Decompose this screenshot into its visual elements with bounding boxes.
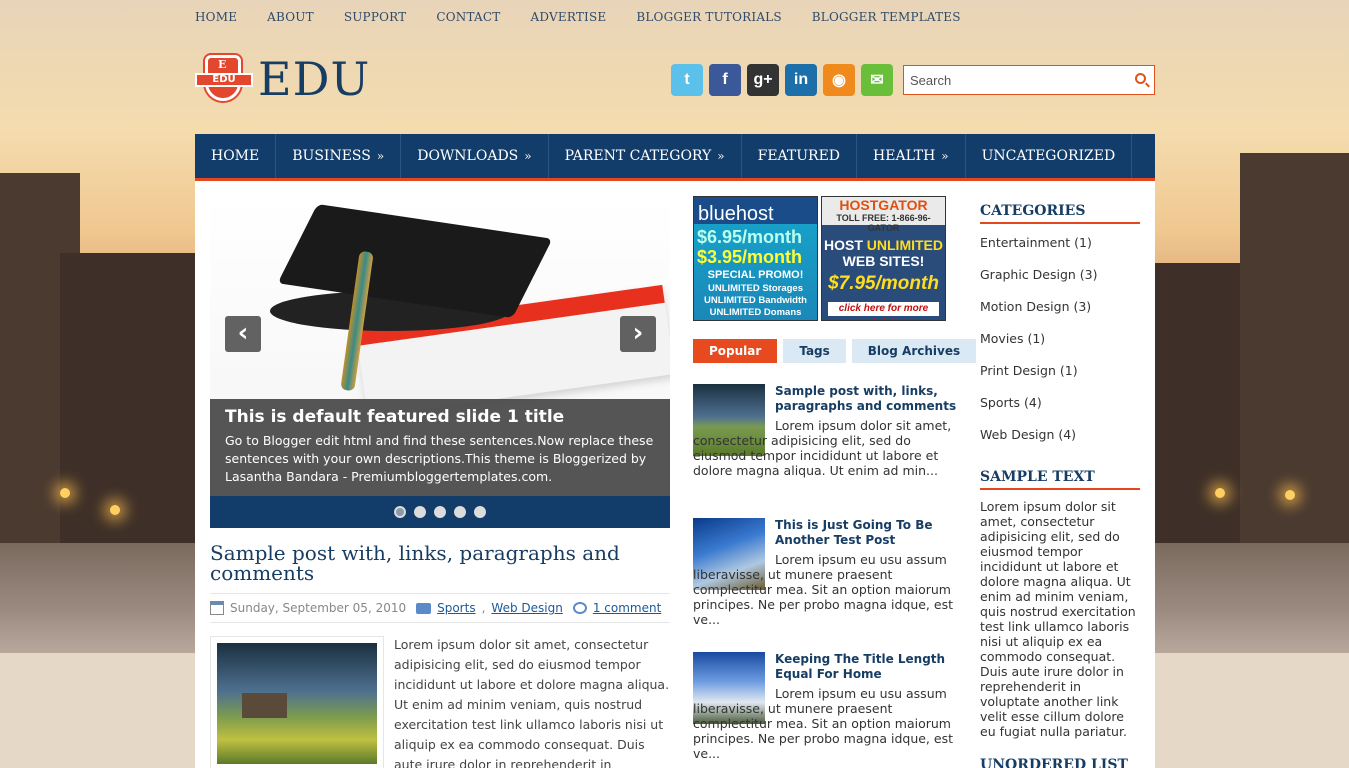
post-excerpt: Lorem ipsum dolor sit amet, consectetur … xyxy=(394,637,670,768)
logo-wordmark: EDU xyxy=(258,52,371,106)
label-link-web-design[interactable]: Web Design xyxy=(491,601,562,615)
lamp xyxy=(60,488,70,498)
site-logo[interactable]: E EDU EDU xyxy=(195,52,370,106)
category-link[interactable]: Entertainment (1) xyxy=(980,233,1140,265)
nav-item-home[interactable]: HOME xyxy=(195,134,277,178)
tab-blog-archives[interactable]: Blog Archives xyxy=(851,339,977,363)
nav-item-business[interactable]: BUSINESS» xyxy=(276,134,402,178)
main-nav: HOME BUSINESS» DOWNLOADS» PARENT CATEGOR… xyxy=(195,134,1155,181)
category-link[interactable]: Web Design (4) xyxy=(980,425,1140,457)
content-area: ‹ › This is default featured slide 1 tit… xyxy=(195,181,1155,768)
search-box xyxy=(903,65,1155,95)
comments-link[interactable]: 1 comment xyxy=(593,601,661,615)
label-link-sports[interactable]: Sports xyxy=(437,601,475,615)
dropdown-arrow-icon: » xyxy=(717,149,725,163)
popular-post-title[interactable]: Keeping The Title Length Equal For Home xyxy=(775,652,965,682)
dropdown-arrow-icon: » xyxy=(941,149,949,163)
nav-item-featured[interactable]: FEATURED xyxy=(742,134,858,178)
categories-heading: CATEGORIES xyxy=(980,203,1140,224)
sidebar-tabs: Popular Tags Blog Archives xyxy=(693,339,977,363)
ad-banners: bluehost $6.95/month $3.95/month SPECIAL… xyxy=(693,196,946,321)
slide-caption: This is default featured slide 1 title G… xyxy=(210,399,670,496)
rss-icon[interactable]: ◉ xyxy=(823,64,855,96)
comment-icon xyxy=(572,602,587,614)
nav-item-uncategorized[interactable]: UNCATEGORIZED xyxy=(966,134,1133,178)
slider-prev-button[interactable]: ‹ xyxy=(225,316,261,352)
topnav-link-blogger-templates[interactable]: BLOGGER TEMPLATES xyxy=(812,10,961,24)
facebook-icon[interactable]: f xyxy=(709,64,741,96)
search-icon[interactable] xyxy=(1135,73,1146,84)
list-item: This is Just Going To Be Another Test Po… xyxy=(693,518,960,652)
popular-post-excerpt: Lorem ipsum eu usu assum liberavisse, ut… xyxy=(693,552,953,627)
folder-icon xyxy=(416,602,432,614)
top-nav: HOME ABOUT SUPPORT CONTACT ADVERTISE BLO… xyxy=(195,10,961,24)
google-plus-icon[interactable]: g+ xyxy=(747,64,779,96)
popular-post-excerpt: Lorem ipsum eu usu assum liberavisse, ut… xyxy=(693,686,953,761)
social-icons: t f g+ in ◉ ✉ xyxy=(671,64,893,96)
tab-tags[interactable]: Tags xyxy=(783,339,846,363)
lamp xyxy=(1215,488,1225,498)
slider-dot[interactable] xyxy=(434,506,446,518)
category-link[interactable]: Graphic Design (3) xyxy=(980,265,1140,297)
slider-pagination xyxy=(210,496,670,528)
list-item: Sample post with, links, paragraphs and … xyxy=(693,384,960,518)
tab-popular[interactable]: Popular xyxy=(693,339,778,363)
lamp xyxy=(1285,490,1295,500)
slider-dot[interactable] xyxy=(394,506,406,518)
topnav-link-blogger-tutorials[interactable]: BLOGGER TUTORIALS xyxy=(636,10,781,24)
popular-posts: Sample post with, links, paragraphs and … xyxy=(693,384,960,768)
bluehost-ad[interactable]: bluehost $6.95/month $3.95/month SPECIAL… xyxy=(693,196,818,321)
topnav-link-support[interactable]: SUPPORT xyxy=(344,10,407,24)
nav-item-downloads[interactable]: DOWNLOADS» xyxy=(401,134,549,178)
twitter-icon[interactable]: t xyxy=(671,64,703,96)
category-link[interactable]: Movies (1) xyxy=(980,329,1140,361)
hostgator-ad[interactable]: HOSTGATOR TOLL FREE: 1-866-96-GATOR HOST … xyxy=(821,196,946,321)
popular-post-title[interactable]: Sample post with, links, paragraphs and … xyxy=(775,384,965,414)
right-sidebar: CATEGORIES Entertainment (1) Graphic Des… xyxy=(980,203,1140,768)
post-meta: Sunday, September 05, 2010 Sports, Web D… xyxy=(210,593,670,623)
linkedin-icon[interactable]: in xyxy=(785,64,817,96)
popular-post-excerpt: Lorem ipsum dolor sit amet, consectetur … xyxy=(693,418,952,478)
nav-item-parent-category[interactable]: PARENT CATEGORY» xyxy=(549,134,742,178)
dropdown-arrow-icon: » xyxy=(376,149,385,163)
popular-post-title[interactable]: This is Just Going To Be Another Test Po… xyxy=(775,518,965,548)
post-title[interactable]: Sample post with, links, paragraphs and … xyxy=(210,543,670,583)
list-item: Keeping The Title Length Equal For Home … xyxy=(693,652,960,768)
post-thumbnail[interactable] xyxy=(210,636,384,768)
building-right-2 xyxy=(1240,153,1349,593)
topnav-link-home[interactable]: HOME xyxy=(195,10,237,24)
dropdown-arrow-icon: » xyxy=(524,149,532,163)
calendar-icon xyxy=(210,601,224,615)
topnav-link-advertise[interactable]: ADVERTISE xyxy=(531,10,607,24)
category-link[interactable]: Motion Design (3) xyxy=(980,297,1140,329)
slider-dot[interactable] xyxy=(454,506,466,518)
sample-text-heading: SAMPLE TEXT xyxy=(980,469,1140,490)
category-link[interactable]: Print Design (1) xyxy=(980,361,1140,393)
slider-dot[interactable] xyxy=(414,506,426,518)
building-left-2 xyxy=(60,253,200,593)
logo-badge-icon: E EDU xyxy=(195,53,253,105)
topnav-link-contact[interactable]: CONTACT xyxy=(436,10,500,24)
category-link[interactable]: Sports (4) xyxy=(980,393,1140,425)
sample-text: Lorem ipsum dolor sit amet, consectetur … xyxy=(980,499,1136,739)
thumbnail-image xyxy=(217,643,377,764)
slider-next-button[interactable]: › xyxy=(620,316,656,352)
unordered-list-heading: UNORDERED LIST xyxy=(980,757,1140,768)
topnav-link-about[interactable]: ABOUT xyxy=(267,10,314,24)
nav-item-health[interactable]: HEALTH» xyxy=(857,134,966,178)
featured-slider: ‹ › This is default featured slide 1 tit… xyxy=(210,196,670,528)
slide-description: Go to Blogger edit html and find these s… xyxy=(225,433,654,484)
slider-dot[interactable] xyxy=(474,506,486,518)
slide-title[interactable]: This is default featured slide 1 title xyxy=(225,407,655,427)
lamp xyxy=(110,505,120,515)
post-date: Sunday, September 05, 2010 xyxy=(230,601,407,615)
search-input[interactable] xyxy=(904,66,1124,94)
email-icon[interactable]: ✉ xyxy=(861,64,893,96)
